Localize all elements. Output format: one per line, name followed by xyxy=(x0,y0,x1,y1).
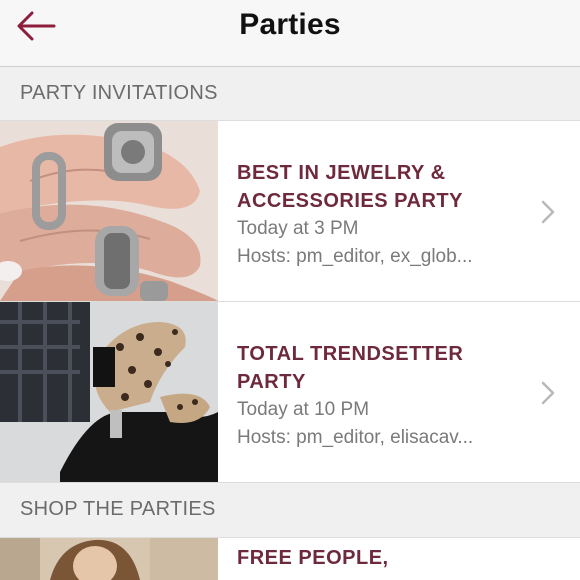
party-row-trendsetter[interactable]: TOTAL TRENDSETTER PARTY Today at 10 PM H… xyxy=(0,302,580,483)
party-thumbnail xyxy=(0,302,218,482)
party-hosts: Hosts: pm_editor, elisacav... xyxy=(237,427,474,448)
chevron-right-icon xyxy=(541,200,555,224)
party-info: FREE PEOPLE, xyxy=(237,544,527,572)
woman-portrait-image xyxy=(0,538,218,580)
party-title: FREE PEOPLE, xyxy=(237,547,389,569)
party-time: Today at 10 PM xyxy=(237,399,370,420)
party-time: Today at 3 PM xyxy=(237,218,359,239)
party-title: BEST IN JEWELRY & ACCESSORIES PARTY xyxy=(237,162,463,212)
party-info: TOTAL TRENDSETTER PARTY Today at 10 PM H… xyxy=(237,340,527,452)
section-header-party-invitations: PARTY INVITATIONS xyxy=(0,67,580,121)
chevron-right-icon xyxy=(541,381,555,405)
nav-header: Parties xyxy=(0,0,580,67)
party-row-jewelry[interactable]: BEST IN JEWELRY & ACCESSORIES PARTY Toda… xyxy=(0,121,580,302)
leopard-booties-image xyxy=(0,302,218,482)
party-thumbnail xyxy=(0,538,218,580)
party-thumbnail xyxy=(0,121,218,301)
section-label: PARTY INVITATIONS xyxy=(20,82,218,104)
page-title: Parties xyxy=(239,8,341,41)
party-info: BEST IN JEWELRY & ACCESSORIES PARTY Toda… xyxy=(237,159,527,271)
party-hosts: Hosts: pm_editor, ex_glob... xyxy=(237,246,473,267)
party-title: TOTAL TRENDSETTER PARTY xyxy=(237,343,464,393)
shop-party-row[interactable]: FREE PEOPLE, xyxy=(0,538,580,580)
section-header-shop-the-parties: SHOP THE PARTIES xyxy=(0,483,580,538)
rings-hand-image xyxy=(0,121,218,301)
section-label: SHOP THE PARTIES xyxy=(20,498,216,520)
